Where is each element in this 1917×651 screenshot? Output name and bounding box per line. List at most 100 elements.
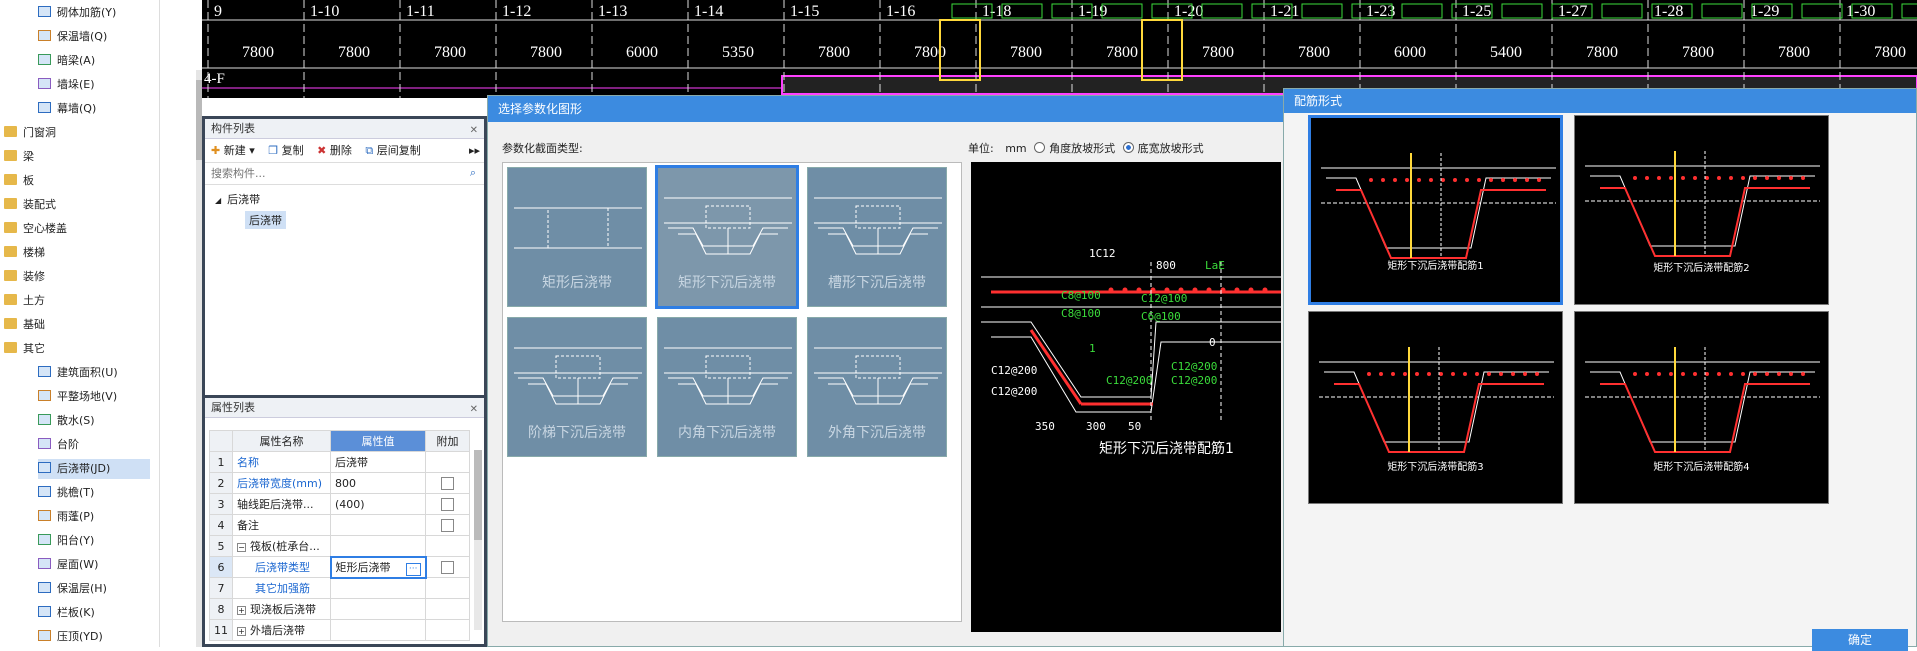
more-icon[interactable]: ▸▸ xyxy=(469,139,480,163)
tree-item[interactable]: 阳台(Y) xyxy=(38,531,94,551)
eave-icon xyxy=(38,486,51,497)
tree-item[interactable]: 楼梯 xyxy=(4,243,45,263)
rebar-form-thumbnail[interactable]: 矩形下沉后浇带配筋4 xyxy=(1574,311,1829,504)
tree-item[interactable]: 板 xyxy=(4,171,34,191)
table-row[interactable]: 2 后浇带宽度(mm) 800 xyxy=(209,472,470,494)
tree-item[interactable]: 平整场地(V) xyxy=(38,387,117,407)
shape-thumbnail[interactable]: 槽形下沉后浇带 xyxy=(807,167,947,307)
tree-item[interactable]: 散水(S) xyxy=(38,411,95,431)
attr-name-label: 轴线距后浇带... xyxy=(237,498,314,511)
dimension-label: 6000 xyxy=(1394,44,1426,61)
copy-button[interactable]: 复制 xyxy=(282,144,304,157)
ok-button[interactable]: 确定 xyxy=(1812,629,1908,651)
attr-value[interactable]: 后浇带 xyxy=(330,451,426,473)
tree-item[interactable]: 暗梁(A) xyxy=(38,51,95,71)
tree-item[interactable]: 建筑面积(U) xyxy=(38,363,118,383)
cad-drawing-area[interactable]: 9 1-10 1-11 1-12 1-13 1-14 1-15 1-16 1-18 1-19 1-2… xyxy=(202,0,1917,98)
extra-checkbox[interactable] xyxy=(441,518,454,532)
shape-thumbnail[interactable]: 内角下沉后浇带 xyxy=(657,317,797,457)
rebar-form-thumbnail[interactable]: 矩形下沉后浇带配筋3 xyxy=(1308,311,1563,504)
table-row[interactable]: 7 其它加强筋 xyxy=(209,577,470,599)
floor-copy-button[interactable]: 层间复制 xyxy=(377,144,421,157)
component-search-input[interactable] xyxy=(205,163,435,183)
attribute-table: 属性名称 属性值 附加 1 名称 后浇带 2 后浇带宽度(mm) 800 3 轴线距后浇带..… xyxy=(209,430,470,641)
delete-button[interactable]: 删除 xyxy=(330,144,352,157)
component-item[interactable]: 后浇带 xyxy=(245,211,286,229)
rebar-form-thumbnail[interactable]: 矩形下沉后浇带配筋1 xyxy=(1308,115,1563,305)
extra-checkbox[interactable] xyxy=(441,476,454,490)
attr-value[interactable]: 矩形后浇带 ··· xyxy=(329,555,427,579)
close-icon[interactable]: ✕ xyxy=(470,400,478,420)
tree-item[interactable]: 土方 xyxy=(4,291,45,311)
radio-angle-slope[interactable] xyxy=(1034,142,1046,153)
tree-item[interactable]: 门窗洞 xyxy=(4,123,56,143)
attr-extra xyxy=(425,472,470,494)
table-row[interactable]: 3 轴线距后浇带... (400) xyxy=(209,493,470,515)
tree-item[interactable]: 雨蓬(P) xyxy=(38,507,94,527)
tree-item[interactable]: 栏板(K) xyxy=(38,603,95,623)
new-button[interactable]: 新建 xyxy=(224,144,246,157)
radio-width-slope-label[interactable]: 底宽放坡形式 xyxy=(1138,142,1204,155)
rebar-label: C12@200 xyxy=(1171,360,1217,373)
tree-item[interactable]: 空心楼盖 xyxy=(4,219,67,239)
tree-item[interactable]: 其它 xyxy=(4,339,45,359)
chevron-down-icon[interactable]: ▾ xyxy=(249,144,255,157)
tree-group[interactable]: ◢ 后浇带 xyxy=(215,191,474,207)
radio-width-slope[interactable] xyxy=(1122,142,1134,153)
site-leveling-icon xyxy=(38,390,51,401)
dialog-title: 选择参数化图形 xyxy=(488,96,1286,122)
delete-icon: ✖ xyxy=(317,144,327,157)
extra-checkbox[interactable] xyxy=(441,497,454,511)
attr-value[interactable] xyxy=(330,514,426,536)
radio-angle-slope-label[interactable]: 角度放坡形式 xyxy=(1049,142,1115,155)
cad-canvas[interactable]: 9 1-10 1-11 1-12 1-13 1-14 1-15 1-16 1-18 1-19 1-2… xyxy=(202,0,1917,98)
close-icon[interactable]: ✕ xyxy=(470,121,478,141)
attribute-scrollbar[interactable] xyxy=(474,450,482,630)
attr-value[interactable]: (400) xyxy=(330,493,426,515)
attr-value[interactable] xyxy=(330,619,426,641)
table-row[interactable]: 6 后浇带类型 矩形后浇带 ··· xyxy=(209,555,470,579)
attr-value-text: (400) xyxy=(335,497,365,511)
tree-item[interactable]: 后浇带(JD) xyxy=(38,459,150,479)
tree-item[interactable]: 装配式 xyxy=(4,195,56,215)
tree-item[interactable]: 装修 xyxy=(4,267,45,287)
attr-name: 名称 xyxy=(232,451,331,473)
attr-value[interactable] xyxy=(330,577,426,599)
tree-item[interactable]: 墙垛(E) xyxy=(38,75,95,95)
attr-value[interactable]: 800 xyxy=(330,472,426,494)
shape-thumbnail[interactable]: 外角下沉后浇带 xyxy=(807,317,947,457)
table-row[interactable]: 4 备注 xyxy=(209,514,470,536)
curtain-wall-icon xyxy=(38,102,51,113)
tree-item[interactable]: 台阶 xyxy=(38,435,79,455)
shape-thumbnail[interactable]: 矩形下沉后浇带 xyxy=(655,165,799,309)
shape-thumbnail[interactable]: 矩形后浇带 xyxy=(507,167,647,307)
search-icon[interactable]: ⌕ xyxy=(470,166,476,180)
rebar-form-caption: 矩形下沉后浇带配筋1 xyxy=(1387,261,1484,272)
attr-value[interactable] xyxy=(330,598,426,620)
tree-item[interactable]: 梁 xyxy=(4,147,34,167)
col-header-name: 属性名称 xyxy=(232,430,331,452)
shape-diagram xyxy=(514,207,642,249)
tree-item[interactable]: 压顶(YD) xyxy=(38,627,103,647)
tree-item[interactable]: 屋面(W) xyxy=(38,555,98,575)
expand-icon[interactable]: + xyxy=(237,627,246,636)
tree-item[interactable]: 基础 xyxy=(4,315,45,335)
table-row[interactable]: 11 + 外墙后浇带 xyxy=(209,619,470,641)
expand-icon[interactable]: − xyxy=(237,543,246,552)
tree-item[interactable]: 挑檐(T) xyxy=(38,483,94,503)
attr-value[interactable] xyxy=(330,535,426,557)
table-row[interactable]: 1 名称 后浇带 xyxy=(209,451,470,473)
rebar-form-thumbnail[interactable]: 矩形下沉后浇带配筋2 xyxy=(1574,115,1829,305)
shape-thumbnail[interactable]: 阶梯下沉后浇带 xyxy=(507,317,647,457)
attr-extra xyxy=(425,598,470,620)
expand-icon[interactable]: + xyxy=(237,606,246,615)
tree-item[interactable]: 保温层(H) xyxy=(38,579,107,599)
tree-item[interactable]: 幕墙(Q) xyxy=(38,99,96,119)
ellipsis-button[interactable]: ··· xyxy=(405,562,421,576)
collapse-arrow-icon[interactable]: ◢ xyxy=(215,196,221,205)
tree-item[interactable]: 砌体加筋(Y) xyxy=(38,3,116,23)
tree-item[interactable]: 保温墙(Q) xyxy=(38,27,107,47)
table-row[interactable]: 5− 筏板(桩承台... xyxy=(209,535,470,557)
extra-checkbox[interactable] xyxy=(441,560,455,574)
table-row[interactable]: 8 + 现浇板后浇带 xyxy=(209,598,470,620)
